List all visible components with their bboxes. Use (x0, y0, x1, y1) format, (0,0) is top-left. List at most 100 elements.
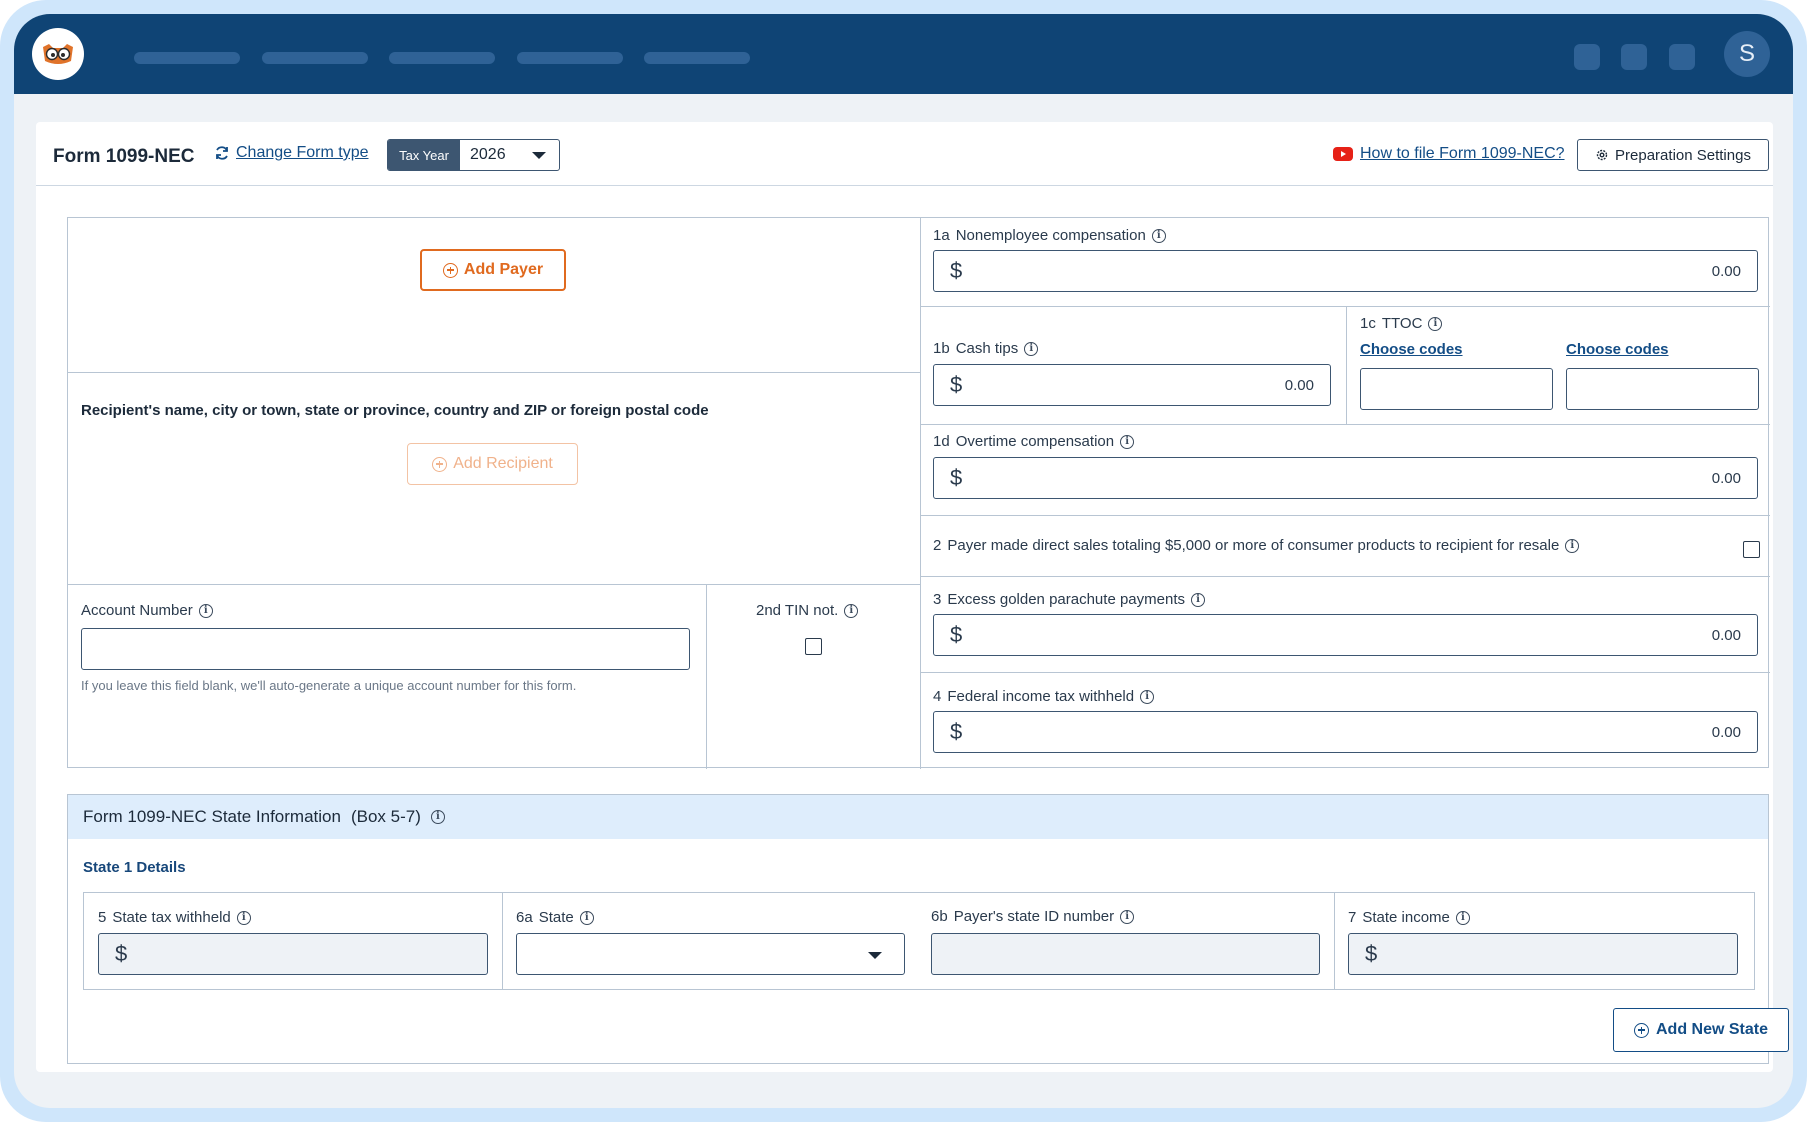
add-recipient-button[interactable]: Add Recipient (407, 443, 578, 485)
dollar-sign-icon: $ (950, 719, 963, 744)
box-4-input[interactable]: $ 0.00 (933, 711, 1758, 753)
info-icon[interactable]: i (1151, 228, 1166, 243)
box-1d-input[interactable]: $ 0.00 (933, 457, 1758, 499)
info-icon[interactable]: i (844, 603, 859, 618)
box-1b-value: 0.00 (1284, 376, 1314, 394)
add-payer-label: Add Payer (463, 261, 544, 278)
box-5-label-text: State tax withheld (112, 909, 231, 926)
box-5-number: 5 (98, 909, 107, 926)
chevron-down-icon (532, 152, 546, 159)
box-7-label: 7 State income i (1348, 909, 1470, 926)
preparation-settings-button[interactable]: Preparation Settings (1577, 139, 1769, 171)
change-form-type-label: Change Form type (236, 144, 369, 161)
add-new-state-button[interactable]: Add New State (1613, 1008, 1789, 1052)
nav-item-placeholder[interactable] (389, 52, 495, 64)
box-7-label-text: State income (1362, 909, 1450, 926)
page-title: Form 1099-NEC (53, 146, 195, 167)
box-1c-number: 1c (1360, 315, 1376, 332)
info-icon[interactable]: i (1565, 538, 1580, 553)
info-icon[interactable]: i (198, 603, 213, 618)
nav-item-placeholder[interactable] (134, 52, 240, 64)
box-3-number: 3 (933, 591, 942, 608)
box-5-input[interactable]: $ (98, 933, 488, 975)
grid-divider (68, 584, 920, 585)
tax-year-label: Tax Year (388, 140, 460, 170)
account-number-label-text: Account Number (81, 602, 193, 619)
grid-divider (920, 515, 1770, 516)
account-number-hint: If you leave this field blank, we'll aut… (81, 678, 577, 693)
second-tin-label: 2nd TIN not. i (756, 602, 859, 619)
tax-year-value-wrap[interactable]: 2026 (460, 140, 559, 170)
choose-codes-link-2[interactable]: Choose codes (1566, 341, 1669, 358)
info-icon[interactable]: i (236, 910, 251, 925)
state-1-details-heading: State 1 Details (83, 859, 186, 876)
box-1a-input[interactable]: $ 0.00 (933, 250, 1758, 292)
state-information-section: Form 1099-NEC State Information (Box 5-7… (67, 794, 1789, 1064)
gear-icon (1596, 149, 1608, 161)
nav-item-placeholder[interactable] (517, 52, 623, 64)
state-select[interactable] (516, 933, 905, 975)
box-6b-number: 6b (931, 908, 948, 925)
grid-divider (706, 584, 707, 769)
box-2-label-text: Payer made direct sales totaling $5,000 … (947, 537, 1560, 554)
box-6a-label: 6a State i (516, 909, 594, 926)
add-payer-button[interactable]: Add Payer (420, 249, 566, 291)
ttoc-code-input-1[interactable] (1360, 368, 1553, 410)
toolbar-icon-placeholder[interactable] (1621, 44, 1647, 70)
box-7-number: 7 (1348, 909, 1357, 926)
state-information-range: (Box 5-7) (350, 807, 421, 826)
preparation-settings-label: Preparation Settings (1615, 146, 1751, 164)
info-icon[interactable]: i (1191, 592, 1205, 607)
tax-year-select[interactable]: Tax Year 2026 (387, 139, 560, 171)
dollar-sign-icon: $ (950, 622, 963, 647)
ttoc-code-input-2[interactable] (1566, 368, 1759, 410)
info-icon[interactable]: i (1428, 316, 1443, 331)
box-1b-input[interactable]: $ 0.00 (933, 364, 1331, 406)
box-1d-label-text: Overtime compensation (955, 433, 1115, 450)
user-avatar[interactable]: S (1724, 31, 1770, 77)
device-frame: S Form 1099-NEC Change Form type Tax Yea… (0, 0, 1807, 1122)
youtube-icon (1333, 147, 1353, 161)
account-number-label: Account Number i (81, 602, 213, 619)
info-icon[interactable]: i (1455, 910, 1470, 925)
dollar-sign-icon: $ (115, 941, 128, 966)
dollar-sign-icon: $ (950, 465, 963, 490)
box-1b-label-text: Cash tips (955, 340, 1019, 357)
box-4-value: 0.00 (1711, 723, 1741, 741)
choose-codes-link-1[interactable]: Choose codes (1360, 341, 1463, 358)
info-icon[interactable]: i (1024, 341, 1039, 356)
box-6b-label: 6b Payer's state ID number i (931, 908, 1135, 925)
box-1b-label: 1b Cash tips i (933, 340, 1039, 357)
payer-state-id-input[interactable] (931, 933, 1320, 975)
grid-divider (920, 672, 1770, 673)
dollar-sign-icon: $ (950, 258, 963, 283)
second-tin-label-text: 2nd TIN not. (756, 602, 839, 619)
change-form-type-link[interactable]: Change Form type (214, 144, 369, 162)
how-to-file-label: How to file Form 1099-NEC? (1360, 145, 1565, 162)
add-recipient-label: Add Recipient (453, 455, 553, 472)
info-icon[interactable]: i (1120, 434, 1135, 449)
box-3-input[interactable]: $ 0.00 (933, 614, 1758, 656)
dollar-sign-icon: $ (950, 372, 963, 397)
info-icon[interactable]: i (1120, 909, 1135, 924)
box-3-value: 0.00 (1711, 626, 1741, 644)
box-5-label: 5 State tax withheld i (98, 909, 251, 926)
account-number-input[interactable] (81, 628, 690, 670)
box-7-input[interactable]: $ (1348, 933, 1738, 975)
nav-item-placeholder[interactable] (644, 52, 750, 64)
owl-logo-icon[interactable] (32, 28, 84, 80)
info-icon[interactable]: i (579, 910, 594, 925)
grid-divider (920, 576, 1770, 577)
grid-divider (502, 893, 503, 989)
second-tin-checkbox[interactable] (805, 638, 822, 655)
box-2-checkbox[interactable] (1743, 541, 1760, 558)
nav-item-placeholder[interactable] (262, 52, 368, 64)
info-icon[interactable]: i (1140, 689, 1155, 704)
plus-circle-icon (1633, 1022, 1649, 1038)
box-6b-label-text: Payer's state ID number (953, 908, 1115, 925)
state-information-header: Form 1099-NEC State Information (Box 5-7… (68, 795, 1768, 839)
how-to-file-link[interactable]: How to file Form 1099-NEC? (1333, 145, 1565, 163)
toolbar-icon-placeholder[interactable] (1574, 44, 1600, 70)
info-icon[interactable]: i (430, 810, 445, 824)
toolbar-icon-placeholder[interactable] (1669, 44, 1695, 70)
